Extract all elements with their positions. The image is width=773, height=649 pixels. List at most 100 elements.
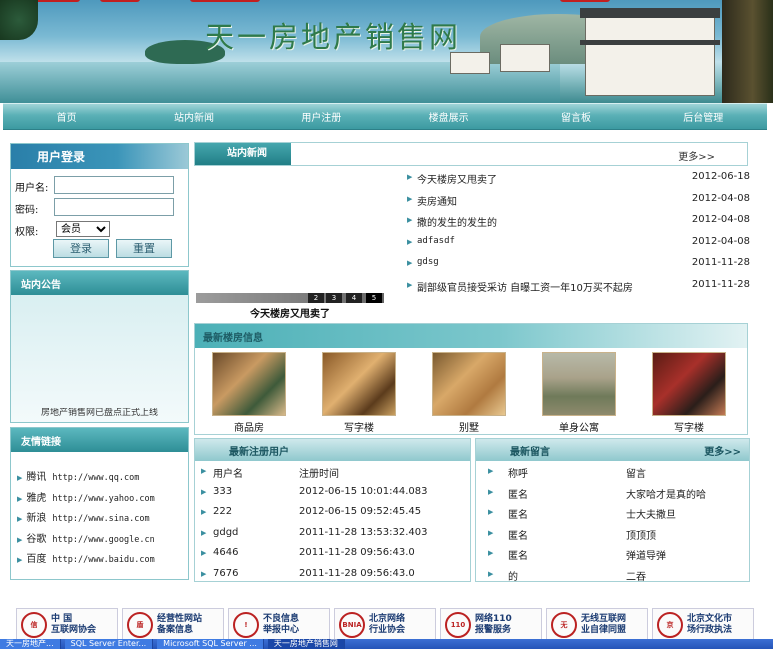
property-card[interactable]: 写字楼 (649, 352, 729, 434)
news-item[interactable]: ▶ adfasdf 2012-04-08 (405, 235, 750, 257)
table-row[interactable]: ▶ gdgd 2011-11-28 13:53:32.403 (201, 527, 466, 548)
messages-table: ▶ 称呼 留言 ▶ 匿名 大家哈才是真的哈 ▶ 匿名 士大夫撒旦 ▶ 匿名 顶顶顶 ▶ 匿名 弹道导… (488, 465, 743, 588)
bullet-icon: ▶ (201, 508, 207, 516)
news-item[interactable]: ▶ 撒的发生的发生的 2012-04-08 (405, 213, 750, 235)
property-photo[interactable] (212, 352, 286, 416)
login-title: 用户登录 (37, 150, 86, 164)
news-date: 2012-04-08 (691, 214, 750, 225)
link-item[interactable]: ▶ 谷歌 http://www.google.cn (17, 530, 155, 551)
property-card[interactable]: 别墅 (429, 352, 509, 434)
slider-page-3[interactable]: 3 (326, 293, 342, 303)
link-item[interactable]: ▶ 新浪 http://www.sina.com (17, 509, 155, 530)
table-row[interactable]: ▶ 匿名 顶顶顶 (488, 527, 743, 548)
link-item[interactable]: ▶ 雅虎 http://www.yahoo.com (17, 489, 155, 510)
cell-regtime: 2011-11-28 09:56:43.0 (299, 547, 415, 558)
friend-links-panel: 友情链接 ▶ 腾讯 http://www.qq.com ▶ 雅虎 http://www.… (10, 427, 189, 580)
link-item[interactable]: ▶ 腾讯 http://www.qq.com (17, 468, 155, 489)
properties-header: 最新楼房信息 (195, 324, 747, 348)
property-photo[interactable] (432, 352, 506, 416)
column-header: 留言 (626, 469, 646, 480)
property-card[interactable]: 写字楼 (319, 352, 399, 434)
login-button[interactable]: 登录 (53, 239, 109, 258)
partner-seal-icon: BNIA (339, 611, 365, 638)
cell-message: 顶顶顶 (626, 530, 656, 542)
reset-button[interactable]: 重置 (116, 239, 172, 258)
taskbar-item[interactable]: 天一房地产... (0, 639, 61, 649)
messages-more-link[interactable]: 更多>> (704, 443, 741, 458)
news-item[interactable]: ▶ 副部级官员接受采访 自曝工资一年10万买不起房 2011-11-28 (405, 278, 750, 300)
users-header: 最新注册用户 (195, 439, 470, 461)
table-row[interactable]: ▶ 匿名 士大夫撒旦 (488, 506, 743, 527)
password-input[interactable] (54, 198, 174, 216)
news-slider-controls: 2 3 4 5 (196, 293, 384, 303)
property-label: 写字楼 (674, 423, 704, 434)
partner-logos: 信中 国互联网协会盾经营性网站 备案信息! 不良信息 举报中心 BNIA 北京网络 行业协会… (16, 608, 756, 641)
cell-nickname: 的 (508, 571, 518, 583)
news-title: 撒的发生的发生的 (417, 218, 497, 229)
nav-guestbook[interactable]: 留言板 (512, 109, 639, 124)
news-date: 2012-06-18 (691, 171, 750, 182)
bullet-icon: ▶ (17, 556, 23, 564)
property-card[interactable]: 商品房 (209, 352, 289, 434)
nav-admin[interactable]: 后台管理 (640, 109, 767, 124)
partner-logo[interactable]: 信中 国互联网协会 (16, 608, 118, 641)
property-photo[interactable] (652, 352, 726, 416)
username-input[interactable] (54, 176, 174, 194)
messages-title: 最新留言 (510, 446, 550, 458)
cell-username: gdgd (213, 526, 239, 538)
nav-properties[interactable]: 楼盘展示 (385, 109, 512, 124)
slider-page-5[interactable]: 5 (366, 293, 382, 303)
news-more-link[interactable]: 更多>> (678, 148, 715, 163)
news-item[interactable]: ▶ 今天楼房又甩卖了 2012-06-18 (405, 170, 750, 192)
cell-nickname: 匿名 (508, 530, 528, 542)
taskbar-item[interactable]: 天一房地产销售网 (267, 639, 345, 649)
table-row[interactable]: ▶ 匿名 弹道导弹 (488, 547, 743, 568)
slider-caption[interactable]: 今天楼房又甩卖了 (196, 305, 384, 320)
login-header: 用户登录 (11, 144, 188, 169)
news-title: gdsg (417, 257, 439, 267)
table-row[interactable]: ▶ 333 2012-06-15 10:01:44.083 (201, 486, 466, 507)
cell-regtime: 2011-11-28 09:56:43.0 (299, 567, 415, 579)
partner-logo[interactable]: 盾经营性网站 备案信息 (122, 608, 224, 641)
property-photo[interactable] (322, 352, 396, 416)
partner-seal-icon: 京 (657, 611, 683, 638)
link-item[interactable]: ▶ 百度 http://www.baidu.com (17, 550, 155, 571)
nav-news[interactable]: 站内新闻 (130, 109, 257, 124)
links-header: 友情链接 (11, 428, 188, 452)
table-row[interactable]: ▶ 222 2012-06-15 09:52:45.45 (201, 506, 466, 527)
partner-logo[interactable]: 无无线互联网 业自律同盟 (546, 608, 648, 641)
bullet-icon: ▶ (17, 515, 23, 523)
partner-seal-icon: 盾 (127, 611, 153, 638)
slider-page-2[interactable]: 2 (308, 293, 324, 303)
news-title: adfasdf (417, 235, 455, 246)
site-banner: 天一房地产销售网 (0, 0, 773, 103)
taskbar-item[interactable]: SQL Server Enter... (64, 639, 154, 649)
news-item[interactable]: ▶ 卖房通知 2012-04-08 (405, 192, 750, 214)
taskbar-item[interactable]: Microsoft SQL Server ... (157, 639, 264, 649)
table-header-row: ▶ 用户名 注册时间 (201, 465, 466, 486)
partner-logo[interactable]: 京北京文化市 场行政执法 (652, 608, 754, 641)
banner-decoration (100, 0, 140, 2)
partner-name: 无线互联网 业自律同盟 (581, 613, 627, 635)
cell-regtime: 2012-06-15 09:52:45.45 (299, 506, 422, 517)
news-item[interactable]: ▶ gdsg 2011-11-28 (405, 256, 750, 278)
partner-name: 北京网络 行业协会 (369, 613, 406, 635)
property-card[interactable]: 单身公寓 (539, 352, 619, 434)
property-photo[interactable] (542, 352, 616, 416)
slider-page-4[interactable]: 4 (346, 293, 362, 303)
bullet-icon: ▶ (407, 237, 413, 246)
bullet-icon: ▶ (407, 173, 413, 181)
partner-logo[interactable]: ! 不良信息 举报中心 (228, 608, 330, 641)
partner-logo[interactable]: BNIA 北京网络 行业协会 (334, 608, 436, 641)
nav-label: 站内新闻 (173, 113, 214, 124)
table-row[interactable]: ▶ 的 二吞 (488, 568, 743, 589)
partner-logo[interactable]: 110 网络110 报警服务 (440, 608, 542, 641)
table-row[interactable]: ▶ 7676 2011-11-28 09:56:43.0 (201, 568, 466, 589)
table-header-row: ▶ 称呼 留言 (488, 465, 743, 486)
role-select[interactable]: 会员 (56, 221, 110, 237)
table-row[interactable]: ▶ 4646 2011-11-28 09:56:43.0 (201, 547, 466, 568)
table-row[interactable]: ▶ 匿名 大家哈才是真的哈 (488, 486, 743, 507)
nav-register[interactable]: 用户注册 (258, 109, 385, 124)
nav-home[interactable]: 首页 (3, 109, 130, 124)
property-label: 单身公寓 (559, 423, 599, 434)
